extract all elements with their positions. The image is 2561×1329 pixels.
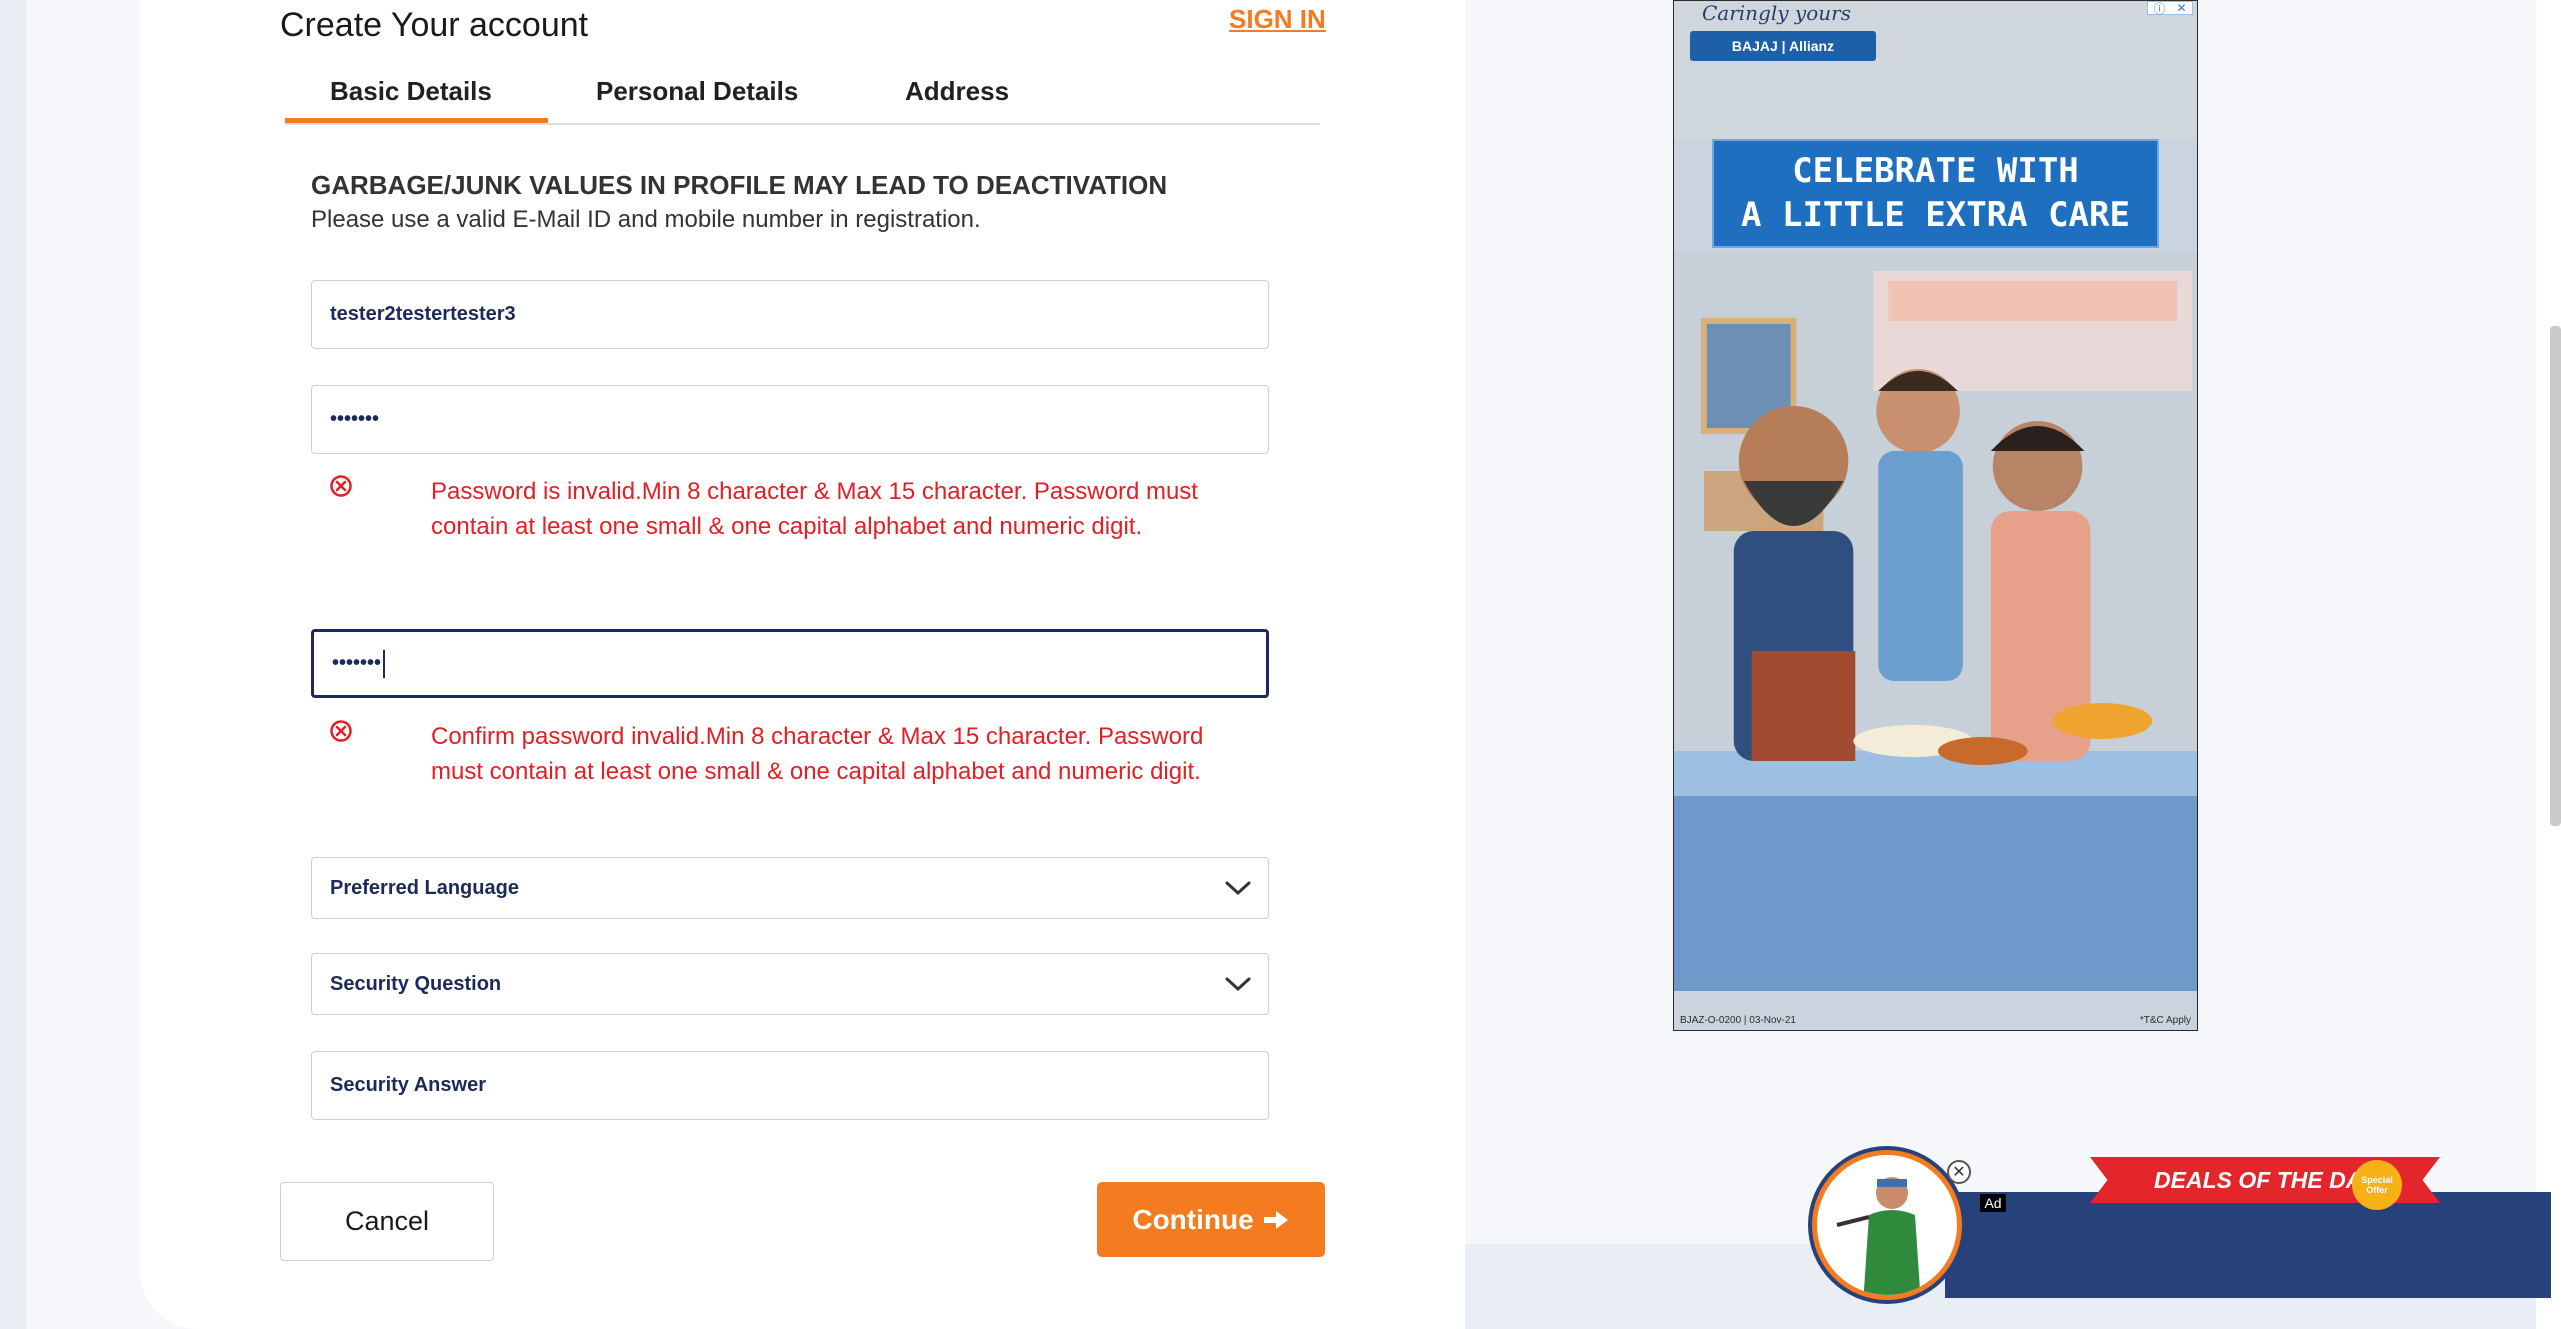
scrollbar-thumb[interactable] [2550, 326, 2561, 826]
security-question-select[interactable]: Security Question [311, 953, 1269, 1015]
preferred-language-placeholder: Preferred Language [330, 876, 519, 899]
sign-in-link[interactable]: SIGN IN [1229, 4, 1326, 35]
chevron-down-icon [1225, 881, 1251, 896]
password-error-message: Password is invalid.Min 8 character & Ma… [431, 478, 1198, 540]
confirm-password-input[interactable]: ••••••• [311, 629, 1269, 698]
error-circle-icon [330, 475, 352, 497]
security-question-placeholder: Security Question [330, 972, 502, 995]
ad-family-illustration [1674, 251, 2197, 991]
ad-close-button[interactable]: ⓘ ✕ [2147, 1, 2193, 16]
active-tab-indicator [285, 118, 548, 123]
text-caret [383, 649, 386, 678]
ad-reference-code: BJAZ-O-0200 | 03-Nov-21 [1680, 1015, 1796, 1026]
ad-headline-line-2: A LITTLE EXTRA CARE [1741, 195, 2130, 235]
advertisement-banner[interactable]: Caringly yours BAJAJ | Allianz ⓘ ✕ CELEBR… [1673, 0, 2198, 1031]
confirm-password-value: ••••••• [332, 652, 382, 674]
ad-brand-logo: BAJAJ | Allianz [1690, 31, 1876, 61]
continue-button[interactable]: Continue [1097, 1182, 1325, 1257]
confirm-password-error-message: Confirm password invalid.Min 8 character… [431, 723, 1204, 785]
ad-terms-note: *T&C Apply [2139, 1015, 2191, 1026]
cancel-button[interactable]: Cancel [280, 1182, 494, 1261]
page-title: Create Your account [280, 6, 589, 44]
close-icon[interactable]: ✕ [1947, 1160, 1971, 1184]
ad-label: Ad [1980, 1194, 2006, 1212]
mascot-avatar[interactable] [1812, 1150, 1962, 1300]
error-circle-icon [330, 720, 352, 742]
continue-label: Continue [1132, 1203, 1254, 1235]
ad-tagline: Caringly yours [1702, 1, 1851, 25]
preferred-language-select[interactable]: Preferred Language [311, 857, 1269, 919]
username-input[interactable]: tester2testertester3 [311, 280, 1269, 349]
security-answer-input[interactable]: Security Answer [311, 1051, 1269, 1120]
arrow-right-icon [1263, 1210, 1288, 1229]
ad-info-icon: ⓘ [2153, 1, 2166, 16]
special-offer-badge: Special Offer [2352, 1160, 2402, 1210]
close-icon: ✕ [2176, 1, 2187, 15]
deals-ad-bar[interactable] [1945, 1192, 2551, 1298]
deactivation-warning-text: Please use a valid E-Mail ID and mobile … [311, 206, 981, 233]
tab-address[interactable]: Address [905, 76, 1009, 107]
deactivation-warning-title: GARBAGE/JUNK VALUES IN PROFILE MAY LEAD … [311, 170, 1168, 200]
tab-personal-details[interactable]: Personal Details [596, 76, 798, 107]
ad-headline: CELEBRATE WITH A LITTLE EXTRA CARE [1712, 139, 2159, 248]
chevron-down-icon [1225, 977, 1251, 992]
ad-headline-line-1: CELEBRATE WITH [1792, 151, 2079, 191]
password-input[interactable]: ••••••• [311, 385, 1269, 454]
tab-basic-details[interactable]: Basic Details [330, 76, 492, 107]
registration-tabs: Basic Details Personal Details Address [285, 70, 1320, 125]
